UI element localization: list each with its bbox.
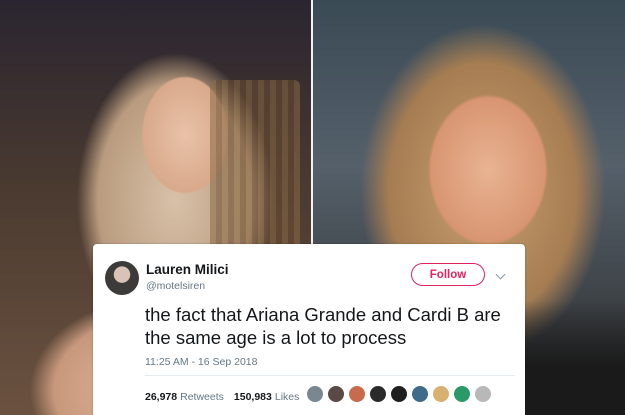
likes-label: Likes: [274, 391, 300, 403]
liker-avatar[interactable]: [474, 385, 492, 403]
liker-avatar[interactable]: [432, 385, 450, 403]
display-name[interactable]: Lauren Milici: [146, 262, 229, 277]
likes-stat[interactable]: 150,983 Likes: [234, 391, 299, 403]
retweets-stat[interactable]: 26,978 Retweets: [145, 391, 224, 403]
liker-avatar[interactable]: [390, 385, 408, 403]
retweets-label: Retweets: [180, 391, 224, 403]
avatar[interactable]: [105, 261, 139, 295]
follow-button[interactable]: Follow: [411, 263, 485, 286]
divider: [145, 375, 515, 376]
user-handle[interactable]: @motelsiren: [146, 280, 205, 292]
likers-avatars: [306, 385, 492, 403]
retweets-count: 26,978: [145, 391, 178, 403]
liker-avatar[interactable]: [369, 385, 387, 403]
tweet-text: the fact that Ariana Grande and Cardi B …: [145, 304, 501, 348]
tweet-card: Lauren Milici @motelsiren Follow the fac…: [93, 244, 525, 415]
liker-avatar[interactable]: [453, 385, 471, 403]
tweet-timestamp[interactable]: 11:25 AM - 16 Sep 2018: [145, 356, 257, 368]
liker-avatar[interactable]: [348, 385, 366, 403]
liker-avatar[interactable]: [306, 385, 324, 403]
tweet-stats: 26,978 Retweets 150,983 Likes: [145, 391, 299, 403]
chevron-down-icon[interactable]: [495, 269, 506, 280]
liker-avatar[interactable]: [327, 385, 345, 403]
liker-avatar[interactable]: [411, 385, 429, 403]
likes-count: 150,983: [233, 391, 272, 403]
